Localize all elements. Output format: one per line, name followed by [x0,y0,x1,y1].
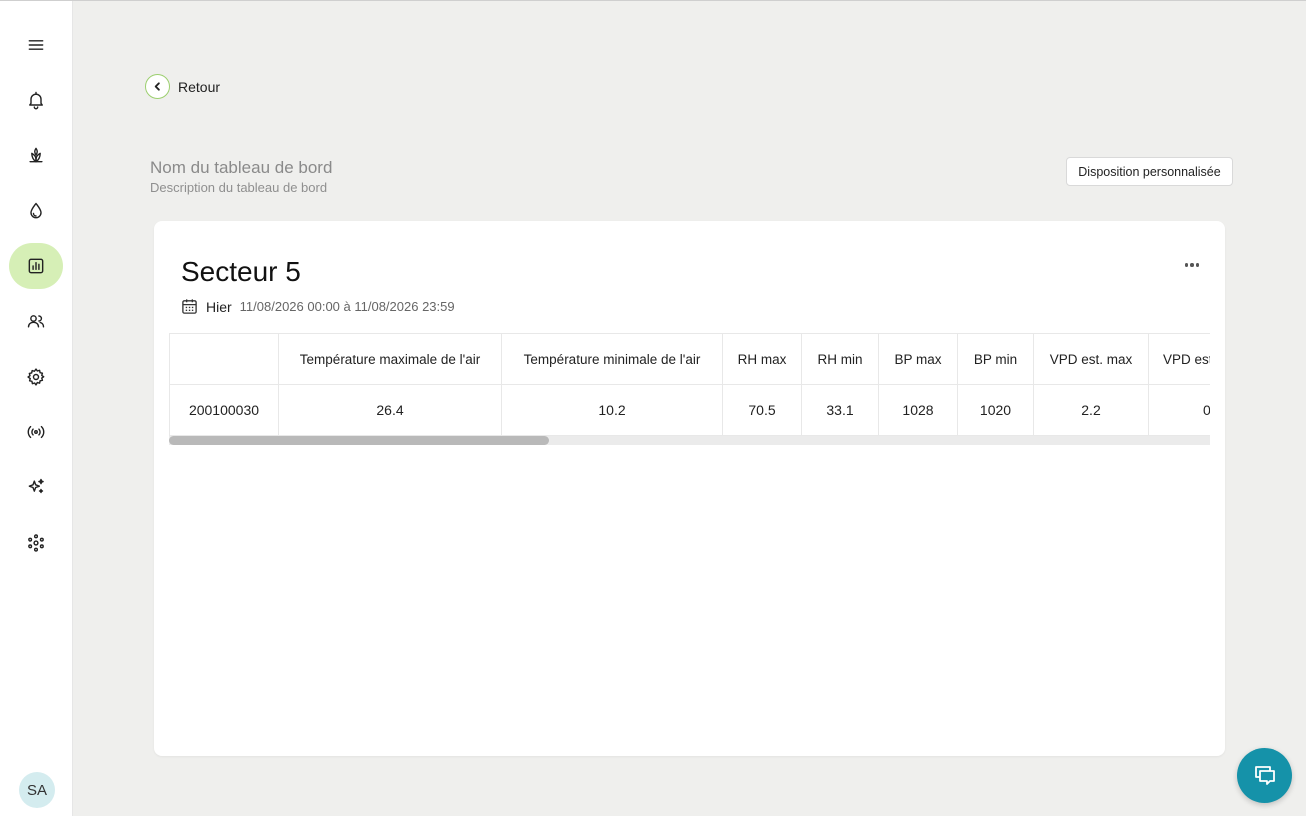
table-cell: 10.2 [501,384,723,436]
network-icon [28,534,44,552]
chat-button[interactable] [1237,748,1292,803]
range-label: Hier [206,298,232,315]
sidebar-item-crops[interactable] [9,132,63,178]
custom-layout-button[interactable]: Disposition personnalisée [1066,157,1233,186]
chart-icon [28,258,44,274]
menu-button[interactable] [9,22,63,68]
dot-icon [1184,263,1189,267]
dashboard-name[interactable]: Nom du tableau de bord [150,158,332,178]
table-cell: 26.4 [278,384,502,436]
table-cell: 200100030 [169,384,279,436]
column-header[interactable]: Température maximale de l'air [278,333,502,385]
data-table: Température maximale de l'air Températur… [169,333,1210,436]
column-header[interactable]: Température minimale de l'air [501,333,723,385]
range-dates: 11/08/2026 00:00 à 11/08/2026 23:59 [239,299,455,314]
chevron-left-icon [154,82,160,91]
sparkles-icon [28,478,44,494]
avatar[interactable]: SA [19,772,55,808]
sidebar-item-irrigation[interactable] [9,188,63,234]
bell-icon [29,91,43,110]
back-label: Retour [178,78,221,95]
table-cell: 33.1 [801,384,879,436]
column-header[interactable]: VPD est. min [1148,333,1210,385]
table-cell: 70.5 [722,384,802,436]
column-header[interactable]: RH max [722,333,802,385]
table-cell: 1028 [878,384,958,436]
sidebar-item-ai[interactable] [9,464,63,510]
table-cell: 2.2 [1033,384,1149,436]
plant-icon [29,147,43,163]
table-row: 200100030 26.4 10.2 70.5 33.1 1028 1020 … [169,384,1210,436]
dot-icon [1190,263,1194,267]
sidebar-item-users[interactable] [9,298,63,344]
calendar-icon [182,299,197,314]
dashboard-description[interactable]: Description du tableau de bord [150,180,327,195]
column-header[interactable]: RH min [801,333,879,385]
chat-icon [1254,765,1275,785]
data-table-scroll[interactable]: Température maximale de l'air Températur… [169,333,1210,446]
scrollbar-thumb[interactable] [169,436,549,445]
date-range: Hier 11/08/2026 00:00 à 11/08/2026 23:59 [181,298,455,315]
more-options-button[interactable] [1180,257,1204,273]
widget-title: Secteur 5 [181,256,301,287]
column-header[interactable]: BP max [878,333,958,385]
sidebar-item-settings[interactable] [9,354,63,400]
horizontal-scrollbar[interactable] [169,436,1210,445]
menu-icon [28,40,44,50]
back-button[interactable]: Retour [145,74,220,99]
column-header[interactable]: BP min [957,333,1034,385]
table-cell: 0 [1148,384,1210,436]
sidebar-item-alerts[interactable] [9,77,63,123]
users-icon [27,315,45,328]
sidebar: SA [0,1,73,816]
sidebar-item-dashboards[interactable] [9,243,63,289]
table-header-row: Température maximale de l'air Températur… [169,333,1210,385]
water-drop-icon [30,202,42,219]
column-header[interactable] [169,333,279,385]
table-cell: 1020 [957,384,1034,436]
gear-icon [27,368,45,386]
dot-icon [1195,263,1200,267]
sidebar-item-sensors[interactable] [9,409,63,455]
sidebar-item-integrations[interactable] [9,520,63,566]
widget-card: Secteur 5 Hier 11/08/2026 00:00 à 11/08/… [154,221,1225,756]
broadcast-icon [27,425,45,439]
column-header[interactable]: VPD est. max [1033,333,1149,385]
back-arrow-circle [145,74,170,99]
